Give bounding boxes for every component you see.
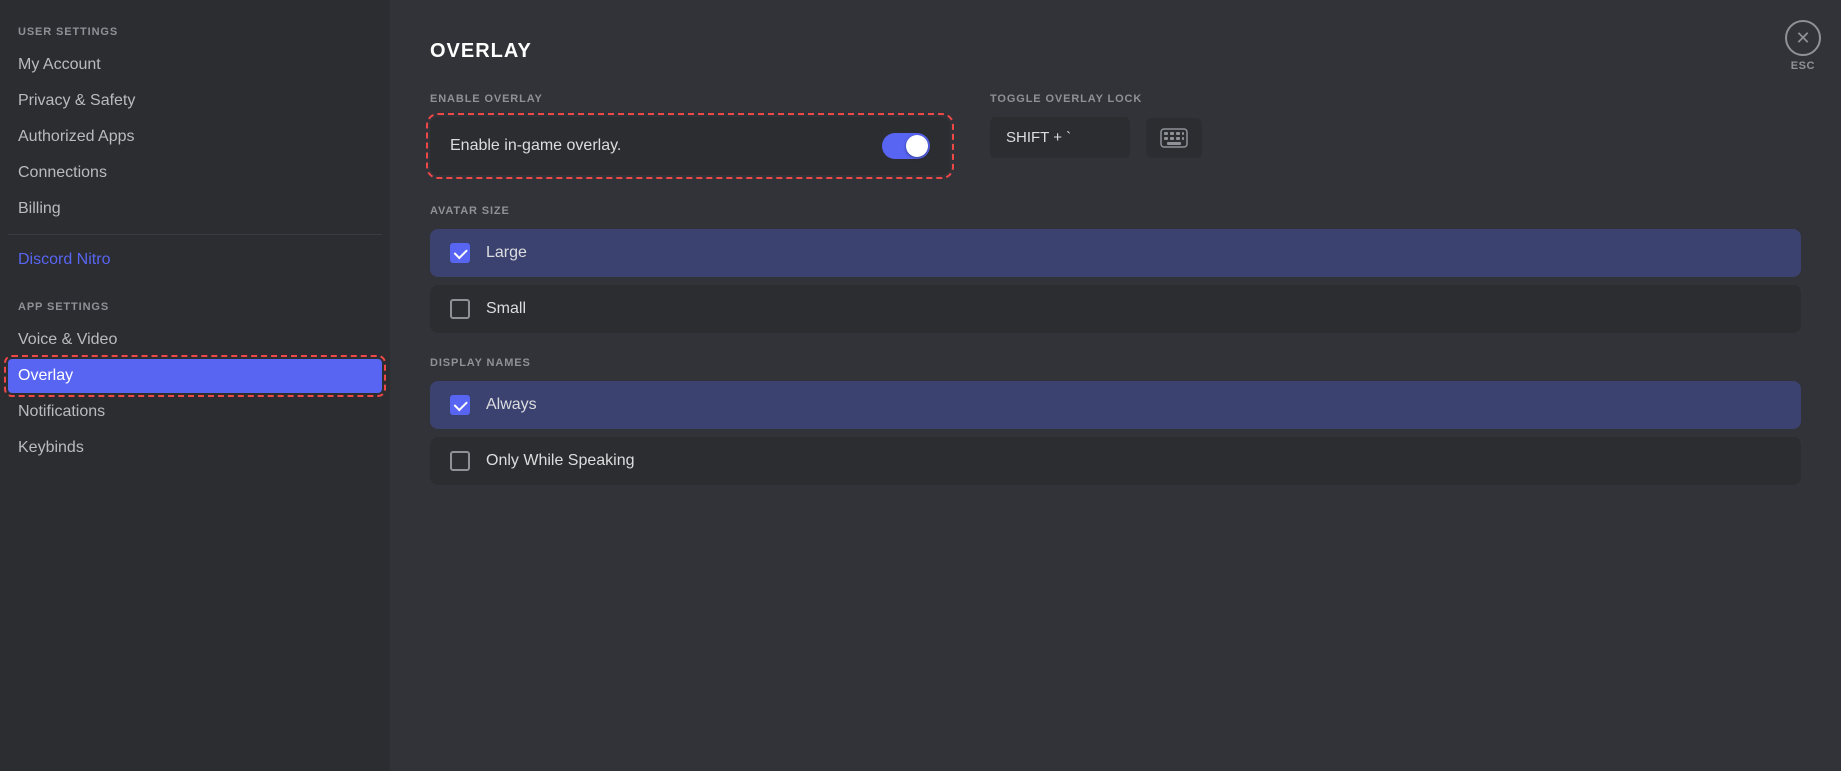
- sidebar-item-discord-nitro[interactable]: Discord Nitro: [8, 243, 382, 277]
- toggle-knob: [906, 135, 928, 157]
- display-speaking-checkbox: [450, 451, 470, 471]
- display-names-section: DISPLAY NAMES Always Only While Speaking: [430, 357, 1801, 485]
- display-names-label: DISPLAY NAMES: [430, 357, 1801, 369]
- sidebar-item-label: Connections: [18, 164, 107, 182]
- sidebar-item-label: Notifications: [18, 403, 105, 421]
- esc-label: ESC: [1791, 60, 1815, 72]
- sidebar-item-my-account[interactable]: My Account: [8, 48, 382, 82]
- overlay-lock-keybind: SHIFT + `: [990, 117, 1130, 158]
- sidebar-item-overlay[interactable]: Overlay: [8, 359, 382, 393]
- avatar-small-checkbox: [450, 299, 470, 319]
- sidebar-item-label: Discord Nitro: [18, 251, 110, 269]
- user-settings-label: USER SETTINGS: [8, 20, 382, 44]
- keyboard-icon: [1160, 128, 1188, 148]
- sidebar-item-notifications[interactable]: Notifications: [8, 395, 382, 429]
- sidebar-item-label: Privacy & Safety: [18, 92, 135, 110]
- avatar-size-section: AVATAR SIZE Large Small: [430, 205, 1801, 333]
- sidebar-item-label: Overlay: [18, 367, 73, 385]
- sidebar: USER SETTINGS My Account Privacy & Safet…: [0, 0, 390, 771]
- lock-row: SHIFT + `: [990, 117, 1202, 158]
- overlay-toggle-switch[interactable]: [882, 133, 930, 159]
- display-speaking-option[interactable]: Only While Speaking: [430, 437, 1801, 485]
- toggle-overlay-lock-label: TOGGLE OVERLAY LOCK: [990, 93, 1202, 105]
- sidebar-divider: [8, 234, 382, 235]
- display-always-checkbox: [450, 395, 470, 415]
- sidebar-item-billing[interactable]: Billing: [8, 192, 382, 226]
- sidebar-item-voice-video[interactable]: Voice & Video: [8, 323, 382, 357]
- avatar-large-label: Large: [486, 244, 527, 262]
- sidebar-item-label: Voice & Video: [18, 331, 117, 349]
- sidebar-item-label: Authorized Apps: [18, 128, 135, 146]
- app-settings-label: APP SETTINGS: [8, 295, 382, 319]
- enable-overlay-toggle-row[interactable]: Enable in-game overlay.: [430, 117, 950, 175]
- avatar-large-checkbox: [450, 243, 470, 263]
- enable-overlay-label: ENABLE OVERLAY: [430, 93, 950, 105]
- sidebar-item-label: My Account: [18, 56, 101, 74]
- close-button[interactable]: ✕: [1785, 20, 1821, 56]
- avatar-large-option[interactable]: Large: [430, 229, 1801, 277]
- display-always-label: Always: [486, 396, 537, 414]
- sidebar-item-label: Billing: [18, 200, 61, 218]
- enable-overlay-section: ENABLE OVERLAY Enable in-game overlay.: [430, 93, 950, 175]
- sidebar-item-privacy-safety[interactable]: Privacy & Safety: [8, 84, 382, 118]
- keyboard-icon-button[interactable]: [1146, 118, 1202, 158]
- main-content: OVERLAY ENABLE OVERLAY Enable in-game ov…: [390, 0, 1841, 771]
- toggle-overlay-lock-section: TOGGLE OVERLAY LOCK SHIFT + `: [990, 93, 1202, 158]
- sidebar-item-authorized-apps[interactable]: Authorized Apps: [8, 120, 382, 154]
- sidebar-item-keybinds[interactable]: Keybinds: [8, 431, 382, 465]
- avatar-small-label: Small: [486, 300, 526, 318]
- page-title: OVERLAY: [430, 40, 1801, 63]
- toggle-row-label: Enable in-game overlay.: [450, 137, 621, 155]
- avatar-size-label: AVATAR SIZE: [430, 205, 1801, 217]
- display-speaking-label: Only While Speaking: [486, 452, 635, 470]
- overlay-top-row: ENABLE OVERLAY Enable in-game overlay. T…: [430, 93, 1801, 175]
- sidebar-item-label: Keybinds: [18, 439, 84, 457]
- display-always-option[interactable]: Always: [430, 381, 1801, 429]
- sidebar-item-connections[interactable]: Connections: [8, 156, 382, 190]
- avatar-small-option[interactable]: Small: [430, 285, 1801, 333]
